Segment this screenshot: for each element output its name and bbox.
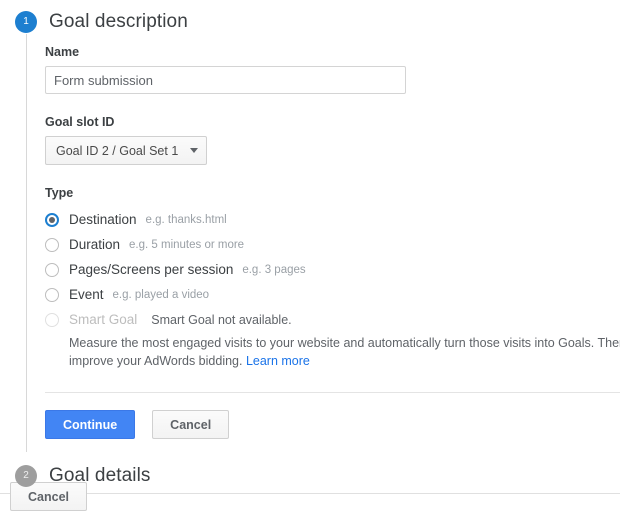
- radio-option-duration[interactable]: Duration e.g. 5 minutes or more: [45, 232, 620, 257]
- step-2-badge: 2: [15, 465, 37, 487]
- step-1-heading: Goal description: [49, 11, 188, 32]
- radio-event-hint: e.g. played a video: [112, 288, 210, 301]
- smart-goal-description-line-1: Measure the most engaged visits to your …: [69, 336, 620, 350]
- goal-slot-select[interactable]: Goal ID 2 / Goal Set 1: [45, 136, 208, 165]
- radio-option-smart-goal: Smart Goal Smart Goal not available.: [45, 307, 620, 332]
- step-1-divider: [45, 392, 620, 393]
- radio-destination-label: Destination: [69, 212, 137, 227]
- step-1-badge: 1: [15, 11, 37, 33]
- goal-slot-group: Goal slot ID Goal ID 2 / Goal Set 1: [45, 115, 620, 165]
- step-2-divider: [0, 493, 620, 494]
- radio-pages-per-session-icon[interactable]: [45, 262, 59, 277]
- radio-smart-goal-icon: [45, 312, 59, 327]
- radio-option-destination[interactable]: Destination e.g. thanks.html: [45, 207, 620, 232]
- radio-duration-icon[interactable]: [45, 237, 59, 252]
- wizard-connector-line: [26, 34, 27, 452]
- chevron-down-icon: [190, 148, 199, 153]
- goal-name-input[interactable]: [45, 66, 406, 94]
- step-1-body: Name Goal slot ID Goal ID 2 / Goal Set 1…: [45, 33, 620, 439]
- radio-pages-per-session-label: Pages/Screens per session: [69, 262, 234, 277]
- radio-duration-label: Duration: [69, 237, 121, 252]
- smart-goal-description: Measure the most engaged visits to your …: [69, 334, 620, 370]
- radio-pages-per-session-hint: e.g. 3 pages: [242, 263, 306, 276]
- smart-goal-description-line-2: improve your AdWords bidding. Learn more: [69, 352, 620, 370]
- goal-type-group: Type Destination e.g. thanks.html Durati…: [45, 186, 620, 370]
- wizard-step-goal-description: 1 Goal description: [0, 0, 620, 33]
- step-1-actions: Continue Cancel: [45, 410, 620, 439]
- radio-option-event[interactable]: Event e.g. played a video: [45, 282, 620, 307]
- smart-goal-description-line-2-text: improve your AdWords bidding.: [69, 354, 243, 368]
- radio-event-icon[interactable]: [45, 287, 59, 302]
- step-1-cancel-button[interactable]: Cancel: [152, 410, 230, 439]
- radio-smart-goal-label: Smart Goal: [69, 312, 138, 327]
- goal-slot-label: Goal slot ID: [45, 115, 115, 129]
- goal-slot-selected-value: Goal ID 2 / Goal Set 1: [56, 143, 179, 158]
- continue-button[interactable]: Continue: [45, 410, 136, 439]
- radio-destination-icon[interactable]: [45, 212, 59, 227]
- goal-setup-wizard: 1 Goal description Name Goal slot ID Goa…: [0, 0, 620, 494]
- learn-more-link[interactable]: Learn more: [246, 354, 310, 368]
- type-label: Type: [45, 186, 74, 200]
- name-field-group: Name: [45, 45, 620, 94]
- smart-goal-status: Smart Goal not available.: [151, 312, 292, 327]
- name-label: Name: [45, 45, 80, 59]
- wizard-step-goal-details[interactable]: 2 Goal details: [0, 459, 620, 494]
- radio-duration-hint: e.g. 5 minutes or more: [129, 238, 245, 251]
- step-2-heading: Goal details: [49, 465, 151, 486]
- radio-option-pages-per-session[interactable]: Pages/Screens per session e.g. 3 pages: [45, 257, 620, 282]
- radio-destination-hint: e.g. thanks.html: [145, 213, 227, 226]
- radio-event-label: Event: [69, 287, 104, 302]
